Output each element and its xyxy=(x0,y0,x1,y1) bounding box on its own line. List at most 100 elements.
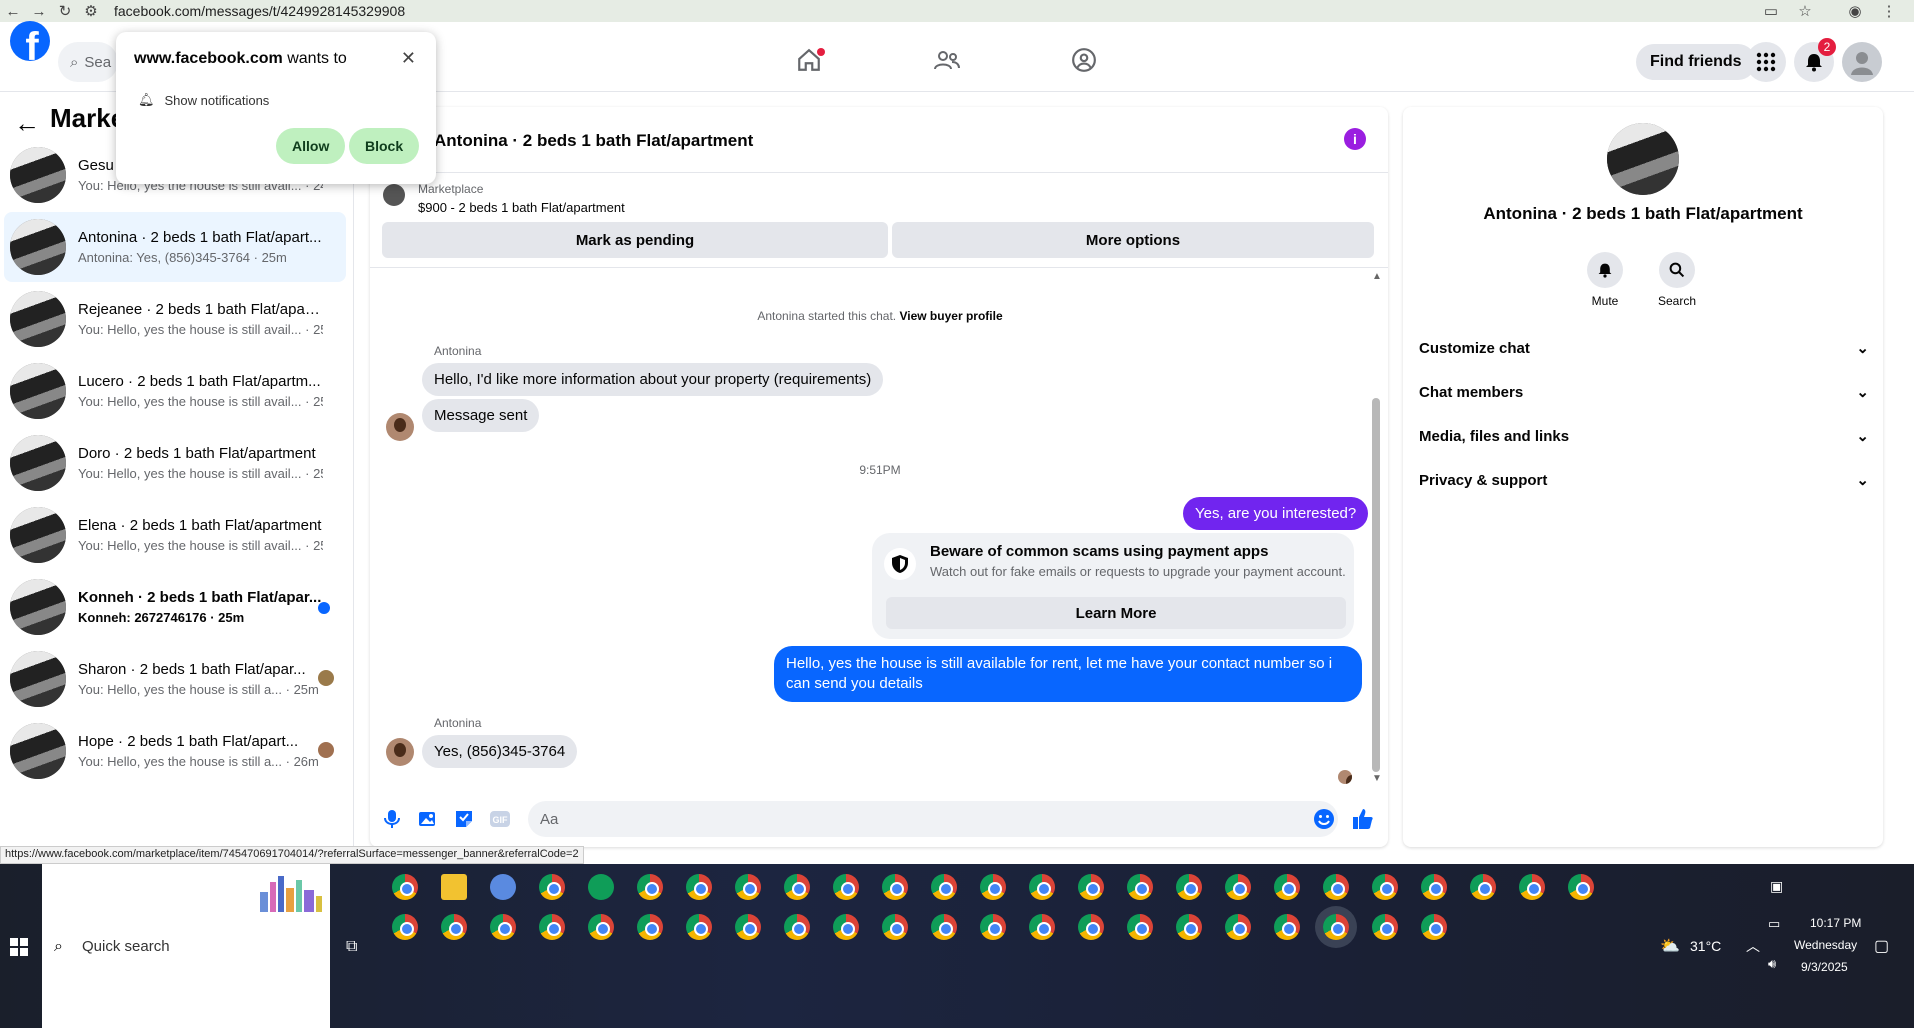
groups-icon[interactable] xyxy=(1067,43,1101,77)
clock-day[interactable]: Wednesday xyxy=(1794,938,1857,952)
chrome-taskbar-icon[interactable] xyxy=(1078,914,1104,940)
chrome-taskbar-icon[interactable] xyxy=(686,914,712,940)
chrome-taskbar-icon[interactable] xyxy=(1323,874,1349,900)
conversation-item[interactable]: Konneh · 2 beds 1 bath Flat/apar... Konne… xyxy=(4,572,346,642)
view-buyer-profile-link[interactable]: View buyer profile xyxy=(899,309,1002,323)
chrome-taskbar-icon[interactable] xyxy=(1176,914,1202,940)
site-settings-icon[interactable]: ⚙ xyxy=(78,0,104,22)
chrome-taskbar-icon[interactable] xyxy=(833,874,859,900)
friends-icon[interactable] xyxy=(930,43,964,77)
chrome-taskbar-icon[interactable] xyxy=(392,874,418,900)
chrome-taskbar-icon[interactable] xyxy=(1568,874,1594,900)
chrome-taskbar-icon-active[interactable] xyxy=(1323,914,1349,940)
network-icon[interactable]: ▭ xyxy=(1768,916,1780,932)
chrome-taskbar-icon[interactable] xyxy=(931,874,957,900)
chrome-taskbar-icon[interactable] xyxy=(1372,874,1398,900)
reload-icon[interactable]: ↻ xyxy=(52,0,78,22)
chrome-taskbar-icon[interactable] xyxy=(784,874,810,900)
chrome-taskbar-icon[interactable] xyxy=(735,874,761,900)
media-files-row[interactable]: Media, files and links ⌄ xyxy=(1419,420,1869,452)
chrome-taskbar-icon[interactable] xyxy=(1225,914,1251,940)
chrome-taskbar-icon[interactable] xyxy=(1421,914,1447,940)
bookmark-star-icon[interactable]: ☆ xyxy=(1796,2,1814,20)
meet-now-icon[interactable]: ▣ xyxy=(1770,878,1783,895)
chrome-taskbar-icon[interactable] xyxy=(1470,874,1496,900)
menu-icon[interactable]: ⋮ xyxy=(1880,2,1898,20)
chrome-profile-taskbar-icon[interactable] xyxy=(588,874,614,900)
chrome-taskbar-icon[interactable] xyxy=(637,874,663,900)
notification-center-icon[interactable]: ▢ xyxy=(1874,936,1889,956)
chrome-taskbar-icon[interactable] xyxy=(1274,874,1300,900)
chrome-taskbar-icon[interactable] xyxy=(1127,914,1153,940)
thumbs-up-icon[interactable] xyxy=(1352,808,1374,830)
chrome-taskbar-icon[interactable] xyxy=(980,914,1006,940)
chrome-taskbar-icon[interactable] xyxy=(784,914,810,940)
message-input[interactable]: Aa xyxy=(528,801,1338,837)
chrome-taskbar-icon[interactable] xyxy=(637,914,663,940)
conversation-item[interactable]: Sharon · 2 beds 1 bath Flat/apar... You: … xyxy=(4,644,346,714)
learn-more-button[interactable]: Learn More xyxy=(886,597,1346,629)
allow-button[interactable]: Allow xyxy=(276,128,346,164)
close-icon[interactable]: ✕ xyxy=(401,48,416,69)
show-hidden-icons-chevron-icon[interactable]: ︿ xyxy=(1746,936,1760,956)
back-arrow-icon[interactable]: ← xyxy=(14,108,40,139)
mark-as-pending-button[interactable]: Mark as pending xyxy=(382,222,888,258)
privacy-support-row[interactable]: Privacy & support ⌄ xyxy=(1419,464,1869,496)
chrome-taskbar-icon[interactable] xyxy=(931,914,957,940)
address-bar[interactable]: facebook.com/messages/t/4249928145329908 xyxy=(114,3,405,19)
chat-title[interactable]: Antonina · 2 beds 1 bath Flat/apartment xyxy=(434,131,753,151)
chrome-taskbar-icon[interactable] xyxy=(833,914,859,940)
install-icon[interactable]: ▭ xyxy=(1762,2,1780,20)
chrome-taskbar-icon[interactable] xyxy=(1078,874,1104,900)
clock-date[interactable]: 9/3/2025 xyxy=(1801,960,1848,974)
account-avatar[interactable] xyxy=(1842,42,1882,82)
chrome-taskbar-icon[interactable] xyxy=(1519,874,1545,900)
chrome-taskbar-icon[interactable] xyxy=(1421,874,1447,900)
conversation-item-selected[interactable]: Antonina · 2 beds 1 bath Flat/apart... An… xyxy=(4,212,346,282)
chrome-taskbar-icon[interactable] xyxy=(588,914,614,940)
chrome-taskbar-icon[interactable] xyxy=(1176,874,1202,900)
chrome-taskbar-icon[interactable] xyxy=(1225,874,1251,900)
conversation-item[interactable]: Rejeanee · 2 beds 1 bath Flat/apart... Yo… xyxy=(4,284,346,354)
block-button[interactable]: Block xyxy=(349,128,420,164)
info-icon[interactable]: i xyxy=(1344,128,1366,150)
search-in-chat-button[interactable]: Search xyxy=(1647,252,1707,308)
chat-members-row[interactable]: Chat members ⌄ xyxy=(1419,376,1869,408)
weather-icon[interactable]: ⛅ xyxy=(1660,936,1680,956)
emoji-icon[interactable] xyxy=(1313,808,1335,830)
forward-icon[interactable]: → xyxy=(26,0,52,22)
photo-icon[interactable] xyxy=(417,808,439,830)
microphone-icon[interactable] xyxy=(381,808,403,830)
chrome-taskbar-icon[interactable] xyxy=(980,874,1006,900)
quick-search-box[interactable]: ⌕ Quick search xyxy=(42,864,330,1028)
back-icon[interactable]: ← xyxy=(0,0,26,22)
conversation-item[interactable]: Doro · 2 beds 1 bath Flat/apartment You: … xyxy=(4,428,346,498)
chrome-taskbar-icon[interactable] xyxy=(1127,874,1153,900)
chrome-taskbar-icon[interactable] xyxy=(441,914,467,940)
volume-icon[interactable]: 🔊︎ xyxy=(1768,956,1776,972)
listing-title[interactable]: $900 - 2 beds 1 bath Flat/apartment xyxy=(418,200,625,215)
chrome-taskbar-icon[interactable] xyxy=(1372,914,1398,940)
clock-time[interactable]: 10:17 PM xyxy=(1810,916,1861,930)
scroll-up-icon[interactable]: ▲ xyxy=(1372,271,1382,282)
facebook-logo-icon[interactable]: f xyxy=(10,21,50,61)
profile-icon[interactable]: ◉ xyxy=(1846,2,1864,20)
app-taskbar-icon[interactable] xyxy=(490,874,516,900)
chrome-taskbar-icon[interactable] xyxy=(539,914,565,940)
weather-temp[interactable]: 31°C xyxy=(1690,938,1721,954)
listing-thumbnail[interactable] xyxy=(383,184,405,206)
scroll-down-icon[interactable]: ▼ xyxy=(1372,773,1382,784)
chrome-taskbar-icon[interactable] xyxy=(490,914,516,940)
chrome-taskbar-icon[interactable] xyxy=(1029,914,1055,940)
more-options-button[interactable]: More options xyxy=(892,222,1374,258)
chrome-taskbar-icon[interactable] xyxy=(735,914,761,940)
conversation-item[interactable]: Elena · 2 beds 1 bath Flat/apartment You:… xyxy=(4,500,346,570)
task-view-icon[interactable]: ⧉ xyxy=(346,938,357,956)
chrome-taskbar-icon[interactable] xyxy=(392,914,418,940)
chrome-taskbar-icon[interactable] xyxy=(686,874,712,900)
menu-grid-icon[interactable] xyxy=(1746,42,1786,82)
windows-start-icon[interactable] xyxy=(10,938,28,956)
conversation-item[interactable]: Hope · 2 beds 1 bath Flat/apart... You: H… xyxy=(4,716,346,786)
customize-chat-row[interactable]: Customize chat ⌄ xyxy=(1419,332,1869,364)
gif-icon[interactable]: GIF xyxy=(489,808,511,830)
